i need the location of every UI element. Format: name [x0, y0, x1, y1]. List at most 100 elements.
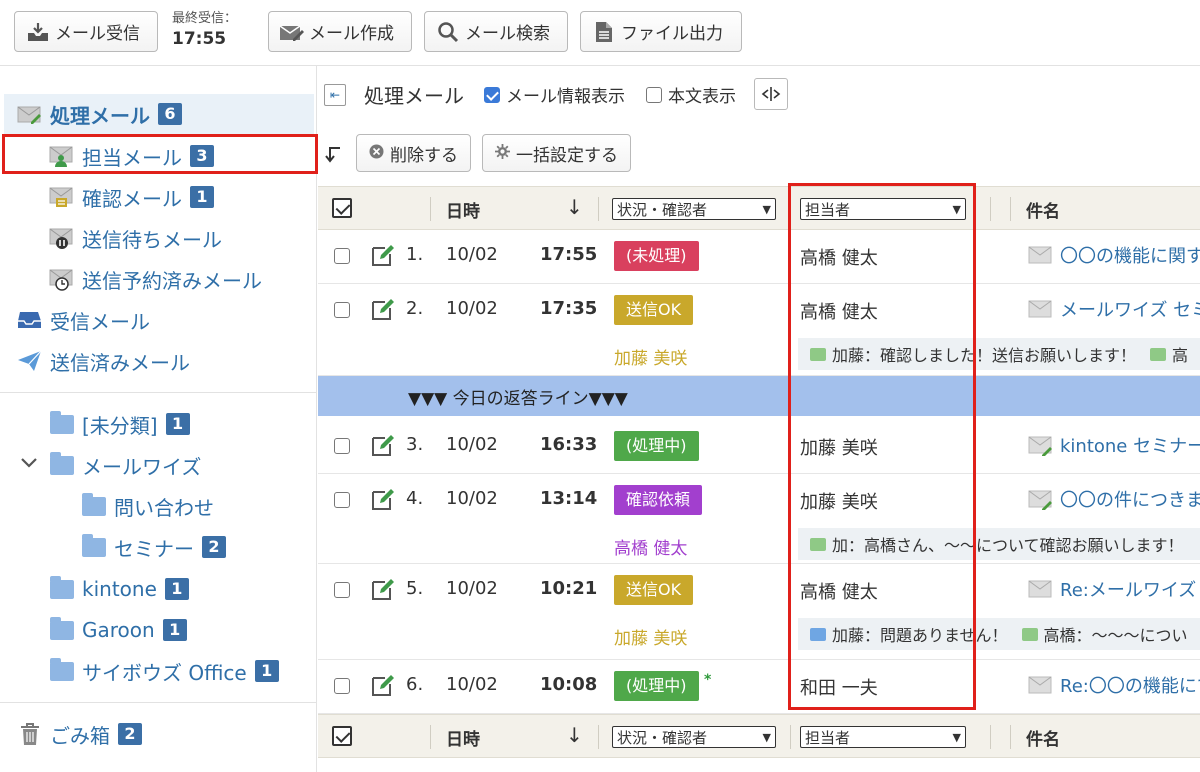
- trash-icon: [16, 721, 44, 747]
- folder-icon: [80, 533, 108, 560]
- collapse-pane-icon[interactable]: ⇤: [324, 84, 346, 106]
- table-row[interactable]: 6. 10/02 10:08 (処理中) * 和田 一夫 Re:〇〇の機能にて: [318, 660, 1200, 714]
- sidebar-folder-seminar[interactable]: セミナー 2: [80, 529, 226, 565]
- folder-icon: [48, 410, 76, 437]
- row-number: 3.: [406, 434, 424, 455]
- mail-subject-link[interactable]: メールワイズ セミ: [1028, 296, 1200, 322]
- edit-icon[interactable]: [370, 296, 396, 322]
- folder-icon: [80, 492, 108, 519]
- sidebar-item-sent[interactable]: 送信済みメール: [16, 343, 190, 379]
- mail-subject-link[interactable]: Re:メールワイズ: [1028, 576, 1196, 602]
- select-value: 状況・確認者: [617, 728, 708, 747]
- sidebar-item-trash[interactable]: ごみ箱 2: [16, 716, 142, 752]
- sidebar-item-label: [未分類]: [82, 413, 158, 438]
- edit-icon[interactable]: [370, 242, 396, 268]
- comment-bubble-icon: [1021, 627, 1038, 641]
- sidebar-folder-cybozu-office[interactable]: サイボウズ Office 1: [48, 653, 279, 689]
- mail-subject-link[interactable]: 〇〇の件につきま: [1028, 486, 1200, 512]
- table-row[interactable]: 2. 10/02 17:35 送信OK 加藤 美咲 高橋 健太 メールワイズ セミ 加藤：確認…: [318, 284, 1200, 376]
- sidebar-item-label: セミナー: [114, 536, 194, 561]
- mail-icon: [1028, 580, 1052, 598]
- sidebar-folder-uncategorized[interactable]: [未分類] 1: [48, 406, 190, 442]
- close-circle-icon: [369, 144, 384, 163]
- split-view-button[interactable]: [754, 78, 788, 110]
- mail-pause-icon: [48, 225, 76, 251]
- mail-subject-link[interactable]: kintone セミナー: [1028, 432, 1200, 458]
- header-datetime[interactable]: 日時: [446, 725, 480, 750]
- show-mail-info-checkbox[interactable]: メール情報表示: [484, 82, 625, 107]
- mail-subject-link[interactable]: 〇〇の機能に関す: [1028, 242, 1200, 268]
- sidebar-item-scheduled[interactable]: 送信予約済みメール: [48, 261, 262, 297]
- row-time: 16:33: [540, 434, 598, 455]
- sidebar-folder-mailwise[interactable]: メールワイズ: [48, 447, 201, 483]
- table-row[interactable]: 5. 10/02 10:21 送信OK 加藤 美咲 高橋 健太 Re:メールワイズ 加藤：問題…: [318, 564, 1200, 660]
- highlight-box-person-column: [788, 183, 976, 710]
- export-file-button[interactable]: ファイル出力: [580, 11, 742, 52]
- header-subject[interactable]: 件名: [1026, 725, 1060, 750]
- last-received-time: 17:55: [172, 29, 227, 49]
- sidebar-item-label: Garoon: [82, 618, 155, 642]
- edit-icon[interactable]: [370, 486, 396, 512]
- row-checkbox[interactable]: [334, 438, 350, 454]
- row-checkbox[interactable]: [334, 248, 350, 264]
- count-badge: 1: [165, 413, 190, 435]
- sidebar-item-processing[interactable]: 処理メール 6: [16, 96, 182, 132]
- status-badge[interactable]: 確認依頼: [614, 485, 703, 515]
- sidebar-item-confirm[interactable]: 確認メール 1: [48, 179, 214, 215]
- status-badge[interactable]: (処理中): [614, 671, 699, 701]
- select-all-checkbox[interactable]: [332, 726, 352, 746]
- table-row[interactable]: 4. 10/02 13:14 確認依頼 高橋 健太 加藤 美咲 〇〇の件につきま 加：高橋さん…: [318, 474, 1200, 564]
- chevron-down-icon[interactable]: [20, 454, 38, 473]
- row-time: 10:08: [540, 674, 598, 695]
- sort-down-icon[interactable]: ↓: [566, 723, 583, 747]
- row-checkbox[interactable]: [334, 302, 350, 318]
- checkbox-checked[interactable]: [484, 86, 500, 103]
- show-body-checkbox[interactable]: 本文表示: [646, 82, 736, 107]
- mail-subject-link[interactable]: Re:〇〇の機能にて: [1028, 672, 1200, 698]
- checkbox-unchecked[interactable]: [646, 86, 662, 103]
- table-row[interactable]: 3. 10/02 16:33 (処理中) 加藤 美咲 kintone セミナー: [318, 420, 1200, 474]
- status-badge[interactable]: 送信OK: [614, 295, 694, 325]
- row-number: 6.: [406, 674, 424, 695]
- search-mail-button[interactable]: メール検索: [424, 11, 568, 52]
- row-number: 5.: [406, 578, 424, 599]
- sidebar-item-inbox[interactable]: 受信メール: [16, 302, 150, 338]
- chevron-down-icon: ▼: [762, 730, 771, 744]
- status-filter-select[interactable]: 状況・確認者 ▼: [612, 726, 776, 748]
- confirmer-name: 加藤 美咲: [614, 629, 688, 649]
- table-row[interactable]: 1. 10/02 17:55 (未処理) 高橋 健太 〇〇の機能に関す: [318, 230, 1200, 284]
- row-number: 4.: [406, 488, 424, 509]
- status-badge[interactable]: (未処理): [614, 241, 699, 271]
- edit-icon[interactable]: [370, 672, 396, 698]
- select-all-checkbox[interactable]: [332, 198, 352, 218]
- count-badge: 2: [118, 723, 142, 745]
- back-arrow-icon[interactable]: [324, 144, 344, 169]
- header-subject[interactable]: 件名: [1026, 197, 1060, 222]
- table-header: 日時 ↓ 状況・確認者 ▼ 担当者 ▼ 件名: [318, 186, 1200, 230]
- receive-mail-button[interactable]: メール受信: [14, 11, 158, 52]
- folder-icon: [48, 657, 76, 684]
- chevron-down-icon: ▼: [952, 730, 961, 744]
- sort-down-icon[interactable]: ↓: [566, 195, 583, 219]
- sidebar-folder-inquiry[interactable]: 問い合わせ: [80, 488, 214, 524]
- sidebar-folder-garoon[interactable]: Garoon 1: [48, 612, 187, 648]
- person-filter-select[interactable]: 担当者 ▼: [800, 726, 966, 748]
- row-checkbox[interactable]: [334, 492, 350, 508]
- checkbox-label: 本文表示: [668, 87, 736, 107]
- subject-text: 〇〇の件につきま: [1060, 490, 1200, 511]
- subject-text: Re:メールワイズ: [1060, 580, 1197, 601]
- header-datetime[interactable]: 日時: [446, 197, 480, 222]
- status-filter-select[interactable]: 状況・確認者 ▼: [612, 198, 776, 220]
- compose-mail-button[interactable]: メール作成: [268, 11, 412, 52]
- edit-icon[interactable]: [370, 576, 396, 602]
- sidebar-folder-kintone[interactable]: kintone 1: [48, 571, 189, 607]
- send-plane-icon: [16, 348, 44, 374]
- row-checkbox[interactable]: [334, 582, 350, 598]
- row-checkbox[interactable]: [334, 678, 350, 694]
- bulk-setting-button[interactable]: 一括設定する: [482, 134, 631, 172]
- status-badge[interactable]: (処理中): [614, 431, 699, 461]
- status-badge[interactable]: 送信OK: [614, 575, 694, 605]
- delete-button[interactable]: 削除する: [356, 134, 471, 172]
- edit-icon[interactable]: [370, 432, 396, 458]
- sidebar-item-pending-send[interactable]: 送信待ちメール: [48, 220, 222, 256]
